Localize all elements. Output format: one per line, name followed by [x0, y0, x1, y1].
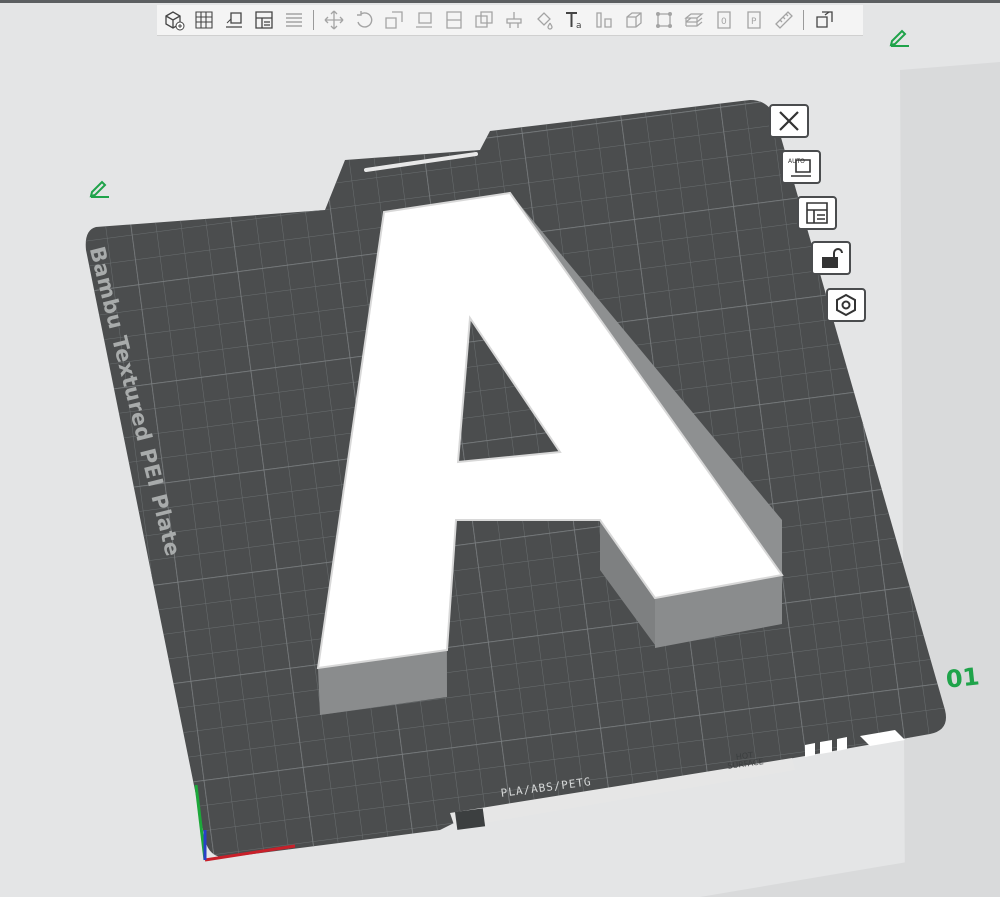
- adjacent-plate: [700, 848, 1000, 897]
- plate-settings-icon[interactable]: [826, 288, 866, 322]
- lock-open-icon[interactable]: [811, 241, 851, 275]
- auto-orient-icon[interactable]: AUTO: [781, 150, 821, 184]
- edit-plate-name-icon[interactable]: [888, 27, 912, 47]
- plate-number[interactable]: 01: [945, 662, 981, 693]
- close-icon[interactable]: [769, 104, 809, 138]
- edit-plate-name-icon[interactable]: [88, 178, 112, 198]
- adjacent-plate: [900, 62, 1000, 897]
- arrange-icon[interactable]: [797, 196, 837, 230]
